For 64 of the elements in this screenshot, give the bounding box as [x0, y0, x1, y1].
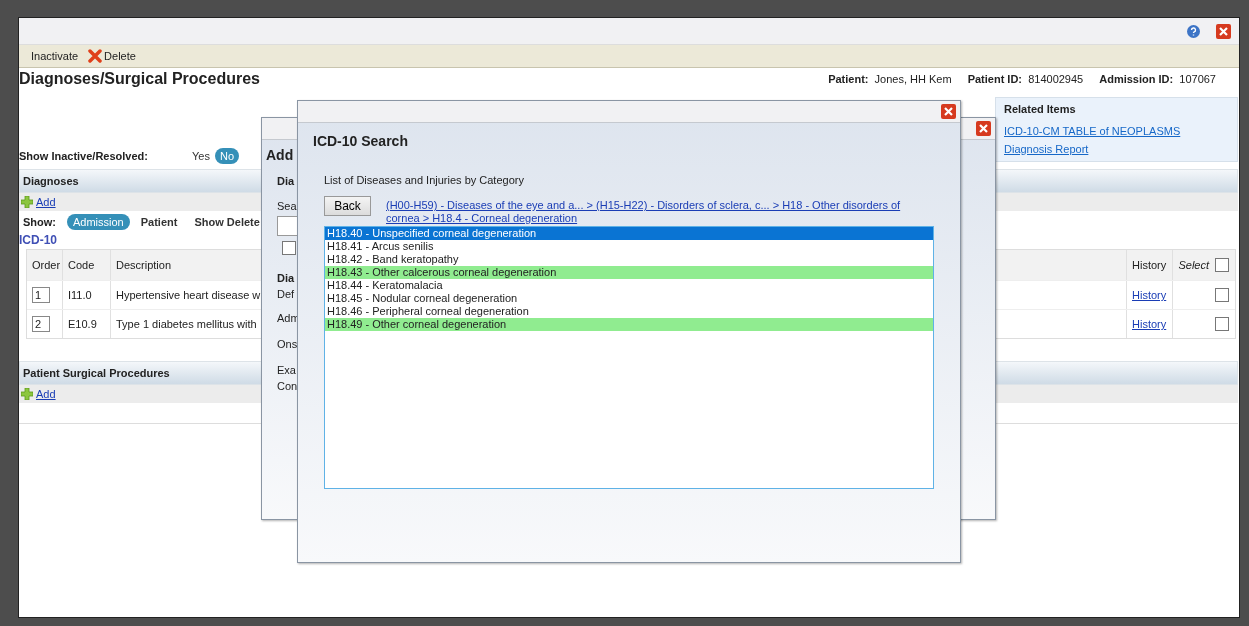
show-label: Show:: [23, 216, 56, 228]
list-item[interactable]: H18.40 - Unspecified corneal degeneration: [325, 227, 933, 240]
field-label: Dia: [277, 175, 295, 189]
back-button[interactable]: Back: [324, 196, 371, 216]
close-icon[interactable]: [976, 121, 991, 136]
field-label: Def: [277, 288, 295, 302]
list-caption: List of Diseases and Injuries by Category: [324, 174, 525, 186]
dialog-title: ICD-10 Search: [313, 133, 409, 149]
patient-info: Patient ID: 814002945: [967, 73, 1084, 85]
page-title: Diagnoses/Surgical Procedures: [19, 70, 260, 88]
list-item[interactable]: H18.49 - Other corneal degeneration: [325, 318, 933, 331]
toggle-option[interactable]: Yes: [187, 148, 215, 164]
list-item[interactable]: H18.41 - Arcus senilis: [325, 240, 933, 253]
field-label: Con: [277, 380, 298, 394]
list-item[interactable]: H18.42 - Band keratopathy: [325, 253, 933, 266]
toolbar-button[interactable]: Inactivate: [29, 50, 81, 62]
close-icon[interactable]: [1216, 23, 1231, 39]
column-header: History: [1127, 250, 1173, 280]
add-icon: [21, 196, 33, 208]
column-header: Select: [1178, 259, 1209, 271]
patient-info: Patient: Jones, HH Kem: [828, 73, 952, 85]
order-field[interactable]: 1: [32, 287, 50, 303]
dialog-title: Add: [266, 147, 294, 163]
column-header: Order: [27, 250, 63, 280]
list-item[interactable]: H18.44 - Keratomalacia: [325, 279, 933, 292]
table-cell: I11.0: [63, 281, 111, 309]
list-item[interactable]: H18.45 - Nodular corneal degeneration: [325, 292, 933, 305]
checkbox[interactable]: [1215, 288, 1229, 302]
list-item[interactable]: H18.43 - Other calcerous corneal degeneration: [325, 266, 933, 279]
filter-tab[interactable]: Show Delete: [188, 214, 266, 230]
add-link[interactable]: Add: [36, 196, 56, 208]
list-item[interactable]: H18.46 - Peripheral corneal degeneration: [325, 305, 933, 318]
code-system-label: ICD-10: [19, 233, 57, 247]
toolbar-button[interactable]: Delete: [86, 49, 138, 63]
add-icon: [21, 388, 33, 400]
patient-info: Admission ID: 107067: [1099, 73, 1216, 85]
checkbox[interactable]: [1215, 317, 1229, 331]
section-title: Diagnoses: [23, 175, 79, 187]
field-label: Sea: [277, 200, 297, 214]
related-link[interactable]: Diagnosis Report: [1004, 143, 1089, 155]
section-title: Patient Surgical Procedures: [23, 367, 170, 379]
breadcrumb-link[interactable]: (H00-H59) - Diseases of the eye and a... > (H15-H22) - Disorders of sclera, c... > H18 - Other disorders of cornea > H18.4 - Corneal degeneration: [386, 199, 926, 225]
history-link[interactable]: History: [1132, 318, 1167, 330]
history-link[interactable]: History: [1132, 289, 1167, 301]
filter-tab[interactable]: Patient: [134, 214, 184, 230]
help-icon[interactable]: [1187, 24, 1200, 38]
related-link[interactable]: ICD-10-CM TABLE of NEOPLASMS: [1004, 125, 1181, 137]
add-link[interactable]: Add: [36, 388, 56, 400]
filter-tab[interactable]: Admission: [67, 214, 130, 230]
field-label: Ons: [277, 338, 298, 352]
order-field[interactable]: 2: [32, 316, 50, 332]
toggle-option[interactable]: No: [214, 148, 239, 164]
delete-icon: [88, 49, 103, 63]
column-header: Code: [63, 250, 111, 280]
show-inactive-label: Show Inactive/Resolved:: [19, 150, 149, 162]
table-cell: Hypertensive heart disease w: [116, 289, 261, 301]
table-cell: E10.9: [63, 310, 111, 338]
checkbox[interactable]: [282, 241, 296, 255]
code-listbox[interactable]: [324, 226, 934, 489]
field-label: Exa: [277, 364, 296, 378]
panel-title: Related Items: [1004, 103, 1076, 115]
table-cell: Type 1 diabetes mellitus with: [116, 318, 257, 330]
close-icon[interactable]: [941, 104, 956, 119]
checkbox[interactable]: [1215, 258, 1229, 272]
